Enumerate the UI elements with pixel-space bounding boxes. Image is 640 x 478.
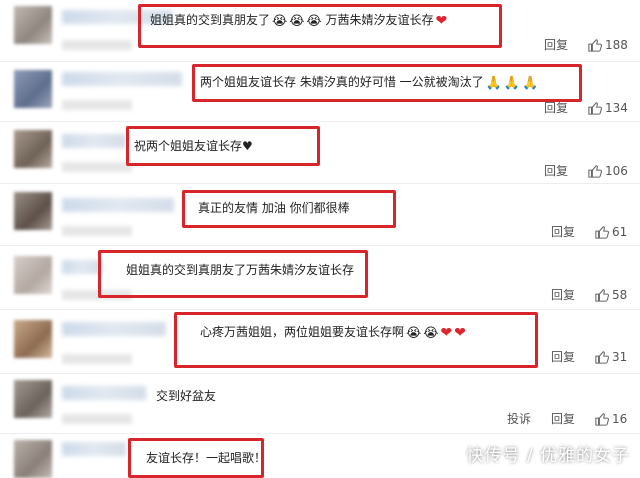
reply-button[interactable]: 回复 [544, 38, 568, 52]
like-button[interactable]: 134 [588, 101, 628, 115]
thumbs-up-icon [595, 226, 609, 239]
reply-button[interactable]: 回复 [551, 350, 575, 364]
like-count: 134 [605, 101, 628, 115]
username[interactable] [62, 260, 102, 274]
comment-meta [62, 226, 132, 236]
avatar[interactable] [14, 70, 52, 108]
avatar[interactable] [14, 440, 52, 478]
comment-item: 真正的友情 加油 你们都很棒 回复 61 [0, 184, 640, 246]
highlight-box [128, 438, 264, 478]
comment-meta [62, 354, 132, 364]
like-count: 58 [612, 288, 628, 302]
avatar[interactable] [14, 256, 52, 294]
comment-item: 姐姐真的交到真朋友了 😭 😭 😭 万茜朱婧汐友谊长存 ❤ 回复 188 [0, 0, 640, 62]
highlight-box [182, 190, 396, 228]
like-count: 106 [605, 164, 628, 178]
comment-item: 心疼万茜姐姐，两位姐姐要友谊长存啊 😭 😭 ❤ ❤ 回复 31 [0, 310, 640, 374]
thumbs-up-icon [588, 165, 602, 178]
comment-item: 姐姐真的交到真朋友了万茜朱婧汐友谊长存 回复 58 [0, 246, 640, 310]
avatar[interactable] [14, 380, 52, 418]
avatar[interactable] [14, 130, 52, 168]
comment-meta [62, 40, 132, 50]
username[interactable] [62, 198, 174, 212]
comment-meta [62, 100, 132, 110]
avatar[interactable] [14, 6, 52, 44]
like-button[interactable]: 188 [588, 38, 628, 52]
reply-button[interactable]: 回复 [544, 164, 568, 178]
comment-meta [62, 414, 132, 424]
reply-button[interactable]: 回复 [544, 101, 568, 115]
comment-item: 祝两个姐姐友谊长存♥ 回复 106 [0, 122, 640, 184]
thumbs-up-icon [588, 102, 602, 115]
highlight-box [174, 312, 538, 368]
reply-button[interactable]: 回复 [551, 225, 575, 239]
comment-meta [62, 162, 132, 172]
like-count: 61 [612, 225, 628, 239]
watermark: 快传号 / 优雅的女子 [466, 446, 630, 466]
username[interactable] [62, 322, 166, 336]
username[interactable] [62, 386, 146, 400]
thumbs-up-icon [595, 289, 609, 302]
reply-button[interactable]: 回复 [551, 288, 575, 302]
reply-button[interactable]: 回复 [551, 412, 575, 426]
like-count: 16 [612, 412, 628, 426]
comment-text: 交到好盆友 [156, 389, 217, 403]
comment-item: 两个姐姐友谊长存 朱婧汐真的好可惜 一公就被淘汰了 🙏 🙏 🙏 回复 134 [0, 62, 640, 122]
highlight-box [126, 126, 320, 166]
username[interactable] [62, 134, 126, 148]
thumbs-up-icon [595, 351, 609, 364]
like-button[interactable]: 31 [595, 350, 627, 364]
highlight-box [98, 250, 368, 298]
report-button[interactable]: 投诉 [507, 412, 531, 426]
like-button[interactable]: 58 [595, 288, 627, 302]
comment-item: 交到好盆友 投诉 回复 16 [0, 374, 640, 434]
like-count: 31 [612, 350, 628, 364]
like-button[interactable]: 16 [595, 412, 627, 426]
like-button[interactable]: 61 [595, 225, 627, 239]
username[interactable] [62, 442, 126, 456]
thumbs-up-icon [595, 413, 609, 426]
highlight-box [138, 4, 502, 48]
username[interactable] [62, 72, 182, 86]
like-count: 188 [605, 38, 628, 52]
avatar[interactable] [14, 192, 52, 230]
thumbs-up-icon [588, 39, 602, 52]
avatar[interactable] [14, 320, 52, 358]
highlight-box [192, 64, 582, 102]
like-button[interactable]: 106 [588, 164, 628, 178]
